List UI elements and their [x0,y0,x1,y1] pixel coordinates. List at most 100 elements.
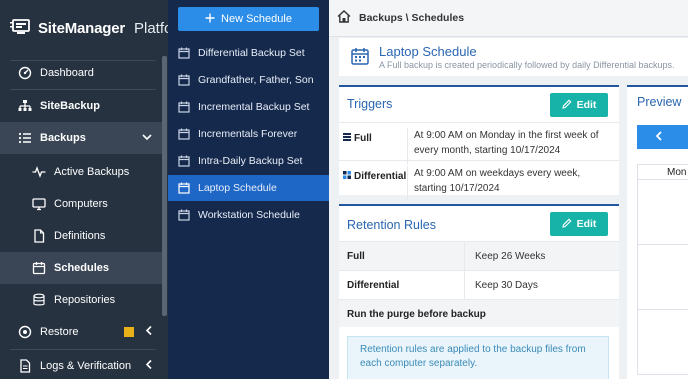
retention-row-full: Full Keep 26 Weeks [339,241,619,270]
retention-row-differential: Differential Keep 30 Days [339,270,619,299]
schedule-item-selected[interactable]: Laptop Schedule [168,175,329,201]
nav-label: Active Backups [54,166,130,178]
nav-item-definitions[interactable]: Definitions [0,220,162,252]
retention-value: Keep 30 Days [464,271,538,299]
brand[interactable]: SiteManager Platform [0,0,190,56]
activity-icon [32,165,46,179]
retention-label: Full [347,251,365,262]
trigger-text: At 9:00 AM on weekdays every week, start… [414,168,581,194]
nav-label: Restore [40,326,79,338]
nav-label: Dashboard [40,67,94,79]
trigger-row-full[interactable]: Full At 9:00 AM on Monday in the first w… [339,122,619,165]
trigger-description: At 9:00 AM on weekdays every week, start… [407,166,615,200]
page-subtitle: A Full backup is created periodically fo… [379,60,675,70]
chevron-left-icon [145,325,152,339]
previous-button[interactable] [637,125,688,149]
trigger-label: Differential [343,171,406,182]
edit-label: Edit [576,99,597,111]
list-icon [18,131,32,145]
calendar-icon [178,155,190,167]
calendar-cell[interactable] [637,245,688,310]
retention-value: Keep 26 Weeks [464,242,545,270]
triggers-panel: Triggers Edit Full At 9:00 AM on Monday … [339,85,619,200]
schedule-item[interactable]: Workstation Schedule [168,202,329,228]
trigger-text: At 9:00 AM on Monday in the first week o… [414,130,599,156]
nav-item-restore[interactable]: Restore [0,316,162,348]
nav-label: Definitions [54,230,106,242]
home-icon[interactable] [337,10,351,26]
nav-label: SiteBackup [40,100,100,112]
purge-label: Run the purge before backup [347,309,486,320]
calendar-day-header: Mon [637,164,688,180]
new-schedule-button[interactable]: New Schedule [178,7,319,31]
trigger-type: Full [354,133,372,144]
trigger-row-differential[interactable]: Differential At 9:00 AM on weekdays ever… [339,160,619,200]
nav-label: Logs & Verification [40,360,132,372]
differential-icon [343,171,351,182]
preview-panel: Preview Mon [627,85,688,379]
calendar-icon [178,128,190,140]
edit-label: Edit [576,218,597,230]
retention-edit-button[interactable]: Edit [550,212,608,236]
sidebar-scrollbar[interactable] [162,56,167,316]
nav-item-sitebackup[interactable]: SiteBackup [0,90,162,122]
schedule-item-label: Incremental Backup Set [198,101,310,113]
retention-label: Differential [347,280,400,291]
pencil-icon [561,218,572,231]
calendar-cell[interactable] [637,310,688,375]
chevron-down-icon [142,132,152,144]
schedule-item-label: Incrementals Forever [198,128,298,140]
trigger-label: Full [343,133,372,144]
schedule-item[interactable]: Grandfather, Father, Son [168,67,329,93]
preview-title: Preview [637,95,682,109]
schedule-item-label: Workstation Schedule [198,209,300,221]
schedule-item[interactable]: Intra-Daily Backup Set [168,148,329,174]
schedule-item-label: Differential Backup Set [198,47,305,59]
plus-icon [205,13,215,26]
restore-icon [18,325,32,339]
nav-label: Repositories [54,294,116,306]
page-title: Laptop Schedule [379,44,477,59]
schedule-item[interactable]: Incrementals Forever [168,121,329,147]
retention-panel: Retention Rules Edit Full Keep 26 Weeks … [339,204,619,379]
retention-title: Retention Rules [347,218,436,232]
main-sidebar: SiteManager Platform Dashboard SiteBackup… [0,0,190,379]
trigger-type: Differential [354,171,407,182]
nav-label: Computers [54,198,108,210]
schedule-list-panel: New Schedule Differential Backup Set Gra… [168,0,329,379]
calendar-icon [32,261,46,275]
nav-item-active-backups[interactable]: Active Backups [0,156,162,188]
nav-item-logs[interactable]: Logs & Verification [0,350,162,379]
nav-item-backups[interactable]: Backups [0,122,162,154]
schedule-item-label: Intra-Daily Backup Set [198,155,303,167]
nav-item-repositories[interactable]: Repositories [0,284,162,316]
new-schedule-label: New Schedule [221,13,292,25]
calendar-icon [178,101,190,113]
calendar-icon [351,47,369,68]
chevron-left-icon [145,359,152,373]
calendar-icon [178,47,190,59]
calendar-icon [178,209,190,221]
schedule-header: Laptop Schedule A Full backup is created… [339,38,688,76]
status-badge [124,327,134,337]
file-icon [32,229,46,243]
sitemanager-logo-icon [10,19,32,37]
breadcrumb[interactable]: Backups \ Schedules [359,12,464,24]
schedule-item-label: Grandfather, Father, Son [198,74,314,86]
nav-label: Backups [40,132,86,144]
nav-item-dashboard[interactable]: Dashboard [0,57,162,89]
sitebackup-icon [18,99,32,113]
calendar-cell[interactable] [637,180,688,245]
triggers-title: Triggers [347,97,393,111]
calendar-icon [178,182,190,194]
calendar-icon [178,74,190,86]
schedule-item[interactable]: Incremental Backup Set [168,94,329,120]
triggers-edit-button[interactable]: Edit [550,93,608,117]
schedule-item[interactable]: Differential Backup Set [168,40,329,66]
pencil-icon [561,99,572,112]
schedule-item-label: Laptop Schedule [198,182,277,194]
breadcrumb-bar: Backups \ Schedules [329,0,688,37]
purge-row: Run the purge before backup [339,299,619,327]
nav-item-computers[interactable]: Computers [0,188,162,220]
nav-item-schedules[interactable]: Schedules [0,252,162,284]
